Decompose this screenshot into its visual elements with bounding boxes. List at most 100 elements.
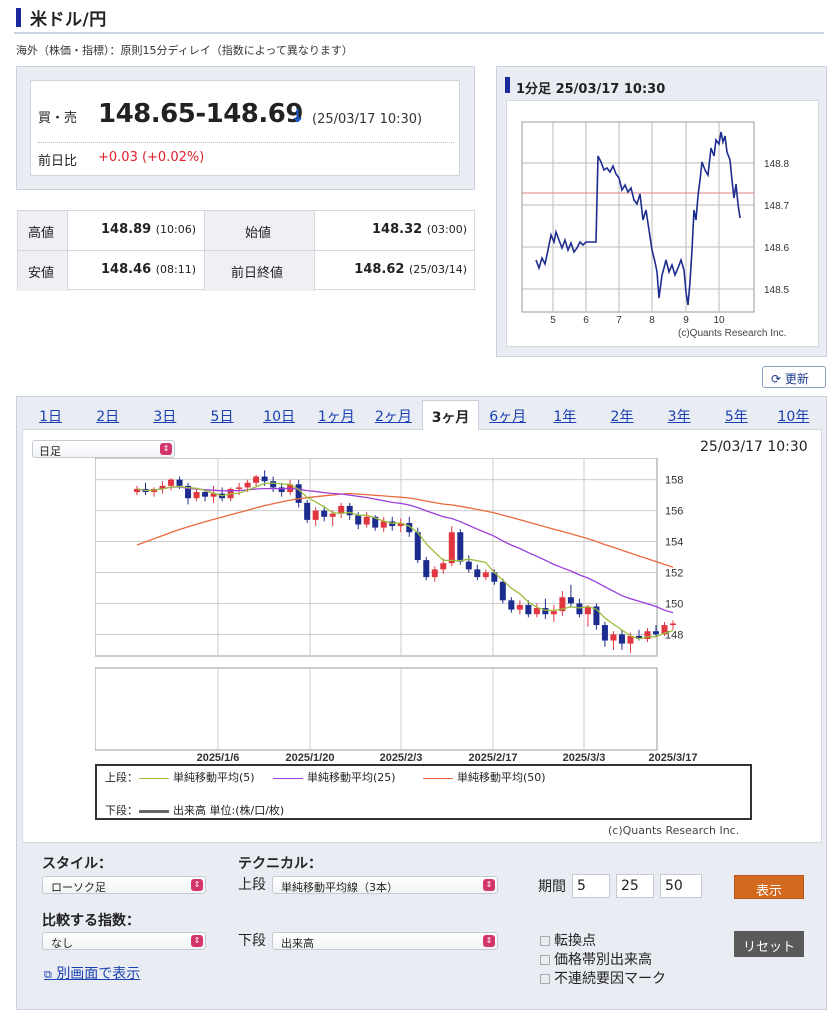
lower-technical-select[interactable]: 出来高 ⇕ [272, 932, 498, 950]
minute-credit: (c)Quants Research Inc. [678, 328, 786, 339]
x-tick-label: 2025/3/3 [563, 752, 606, 764]
x-tick-label: 2025/1/20 [286, 752, 335, 764]
tab-1[interactable]: 1日 [22, 400, 79, 430]
candle-body [601, 625, 608, 641]
select-arrow-icon: ⇕ [191, 879, 203, 891]
tab-4[interactable]: 5日 [193, 400, 250, 430]
show-button[interactable]: 表示 [734, 875, 804, 899]
tab-11[interactable]: 2年 [593, 400, 650, 430]
tab-8[interactable]: 3ヶ月 [422, 400, 480, 430]
tab-12[interactable]: 3年 [651, 400, 708, 430]
tab-9[interactable]: 6ヶ月 [479, 400, 536, 430]
legend-volume: 出来高 単位:(株/口/枚) [139, 802, 284, 818]
y-tick-label: 152 [665, 567, 683, 579]
change-label: 前日比 [38, 154, 78, 169]
change-value: +0.03 (+0.02%) [98, 150, 205, 165]
candle-body [380, 521, 387, 528]
minute-chart: 148.8 148.7 148.6 148.5 5 6 7 8 9 10 (c)… [521, 121, 789, 339]
select-arrow-icon: ⇕ [483, 879, 495, 891]
low-label: 安値 [18, 251, 68, 291]
candle-body [567, 597, 574, 604]
minute-y-tick: 148.7 [764, 201, 789, 212]
period-input-2[interactable]: 25 [616, 874, 654, 898]
minute-x-tick: 6 [583, 315, 589, 326]
chart-legend: 上段： 単純移動平均(5) 単純移動平均(25) 単純移動平均(50) 下段： … [95, 764, 752, 820]
candle-body [346, 505, 353, 516]
minute-chart-title: 1分足 25/03/17 10:30 [516, 82, 666, 97]
tab-14[interactable]: 10年 [765, 400, 822, 430]
x-tick-label: 2025/2/3 [380, 752, 423, 764]
quote-time: (25/03/17 10:30) [312, 112, 423, 127]
high-label: 高値 [18, 211, 68, 251]
bid-ask-label: 買・売 [38, 111, 78, 126]
candle-body [457, 532, 464, 562]
candle-body [474, 569, 481, 578]
compare-label: 比較する指数： [42, 913, 140, 929]
candle-body [270, 481, 277, 488]
candle-body [576, 603, 583, 615]
compare-select[interactable]: なし ⇕ [42, 932, 206, 950]
period-input-3[interactable]: 50 [660, 874, 702, 898]
x-tick-label: 2025/3/17 [649, 752, 698, 764]
open-value: 148.32 (03:00) [315, 211, 475, 251]
y-tick-label: 154 [665, 537, 683, 549]
period-input-1[interactable]: 5 [572, 874, 610, 898]
page-title: 米ドル/円 [30, 10, 107, 30]
style-label: スタイル： [42, 856, 112, 872]
y-tick-label: 158 [665, 475, 683, 487]
legend-sma50: 単純移動平均(50) [423, 769, 546, 785]
refresh-button[interactable]: ⟳ 更新 [762, 366, 826, 388]
candle-body [533, 608, 540, 615]
compare-select-value: なし [51, 937, 73, 950]
x-tick-label: 2025/1/6 [197, 752, 240, 764]
period-select[interactable]: 日足 ⇕ [32, 440, 175, 458]
tab-3[interactable]: 3日 [136, 400, 193, 430]
reset-button[interactable]: リセット [734, 931, 804, 957]
upper-label: 上段 [238, 877, 266, 893]
tab-13[interactable]: 5年 [708, 400, 765, 430]
upper-technical-select[interactable]: 単純移動平均線（3本） ⇕ [272, 876, 498, 894]
tab-5[interactable]: 10日 [251, 400, 308, 430]
candle-body [168, 479, 175, 486]
checkbox-volume-profile[interactable]: 価格帯別出来高 [540, 949, 652, 969]
popup-window-icon: ⧉ [44, 968, 52, 981]
x-tick-label: 2025/2/17 [469, 752, 518, 764]
chart-timestamp: 25/03/17 10:30 [700, 439, 808, 455]
popup-link[interactable]: ⧉ 別画面で表示 [44, 963, 140, 983]
minute-y-tick: 148.6 [764, 243, 789, 254]
candle-body [202, 492, 209, 497]
low-value: 148.46 (08:11) [68, 251, 205, 291]
checkbox-turning-point[interactable]: 転換点 [540, 930, 596, 950]
tab-2[interactable]: 2日 [79, 400, 136, 430]
upper-technical-value: 単純移動平均線（3本） [281, 881, 398, 894]
select-arrow-icon: ⇕ [191, 935, 203, 947]
prev-close-label: 前日終値 [205, 251, 315, 291]
minute-x-tick: 9 [683, 315, 689, 326]
candle-body [610, 634, 617, 641]
technical-label: テクニカル： [238, 856, 322, 872]
tab-10[interactable]: 1年 [536, 400, 593, 430]
checkbox-discontinuity-mark[interactable]: 不連続要因マーク [540, 968, 666, 988]
tab-7[interactable]: 2ヶ月 [365, 400, 422, 430]
candle-body [253, 476, 260, 483]
quote-divider [38, 142, 454, 143]
candle-body [244, 482, 251, 488]
style-select[interactable]: ローソク足 ⇕ [42, 876, 206, 894]
minute-y-tick: 148.5 [764, 285, 789, 296]
y-tick-label: 156 [665, 506, 683, 518]
refresh-icon: ⟳ [771, 372, 782, 386]
candle-body [618, 634, 625, 644]
candle-body [321, 510, 328, 517]
candle-body [261, 476, 268, 482]
candle-body [448, 532, 455, 564]
checkbox-icon [540, 974, 550, 984]
candle-body [550, 611, 557, 615]
tab-6[interactable]: 1ヶ月 [308, 400, 365, 430]
candle-body [329, 513, 336, 517]
lower-plot-area [95, 667, 658, 751]
candle-body [363, 516, 370, 525]
title-marker [16, 8, 21, 27]
legend-lower-label: 下段： [105, 804, 138, 817]
candle-body [176, 479, 183, 486]
minute-y-tick: 148.8 [764, 159, 789, 170]
